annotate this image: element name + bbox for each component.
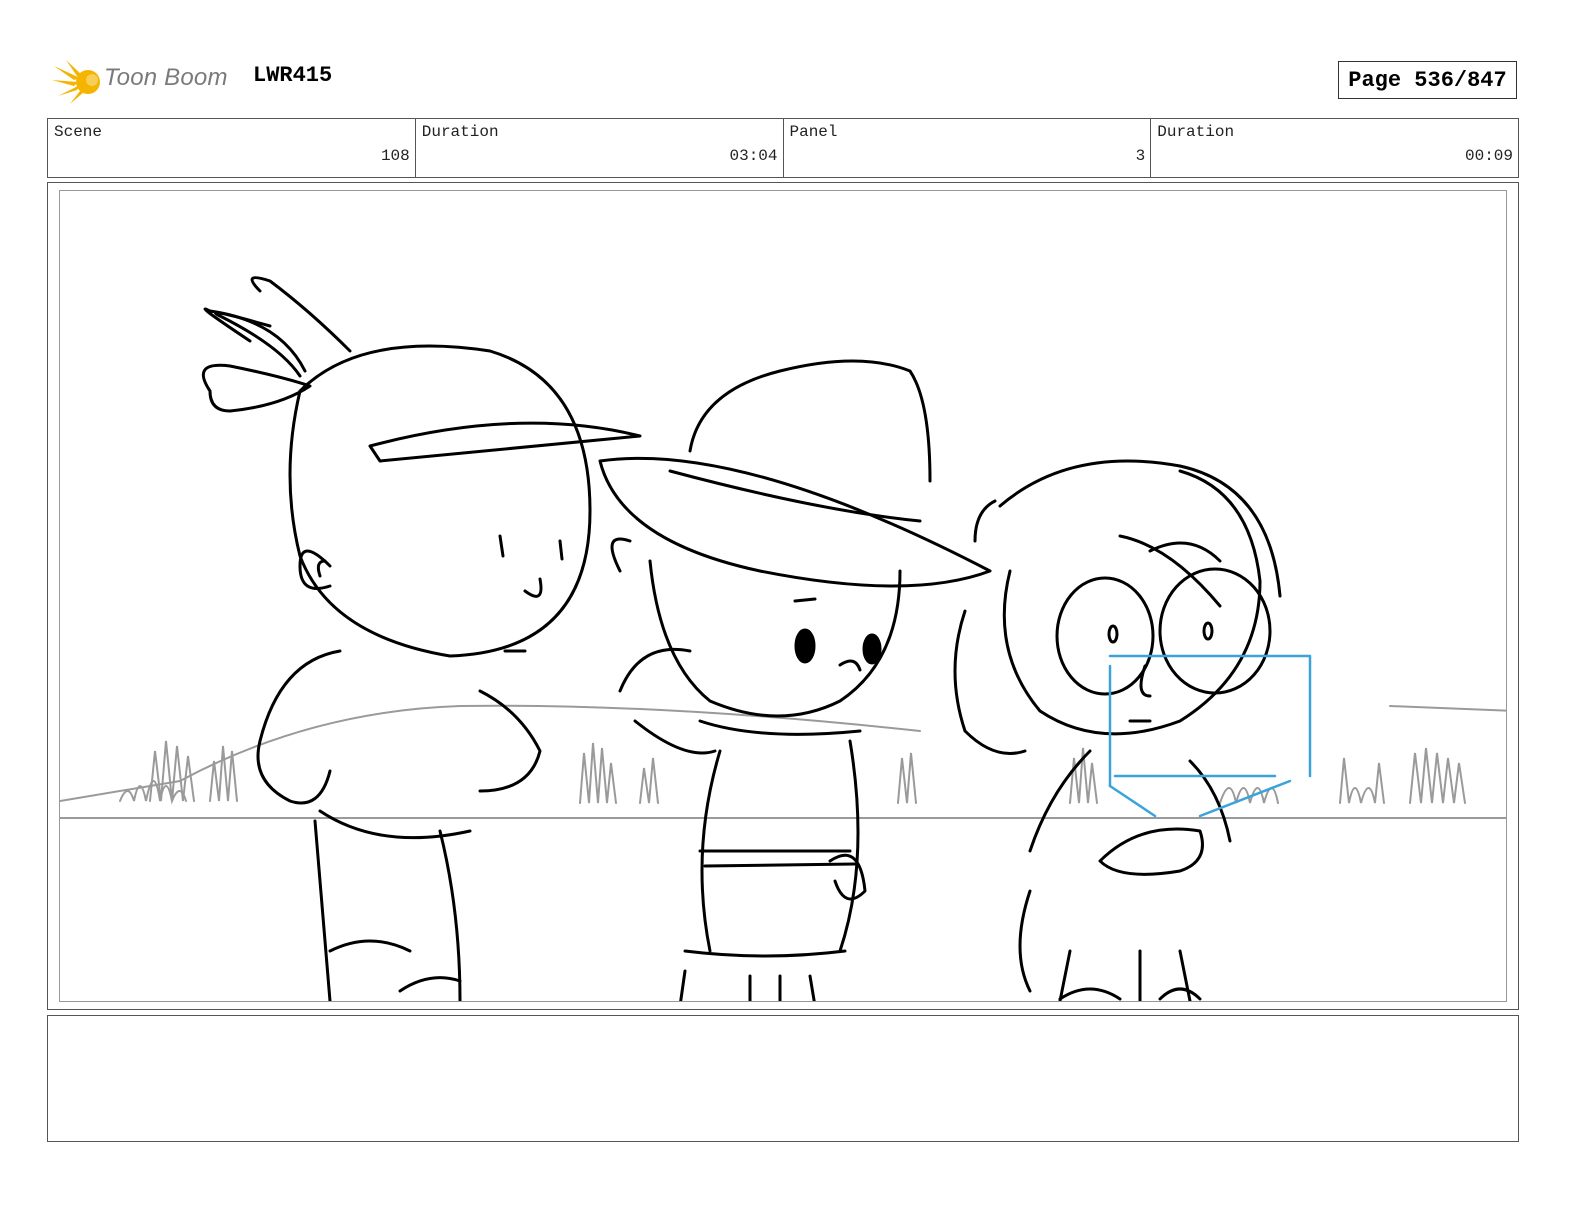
notes-box [47,1015,1519,1142]
scene-cell: Scene 108 [48,119,416,177]
scene-duration-value: 03:04 [729,147,778,165]
logo-text: Toon Boom [104,64,228,91]
panel-frame [47,182,1519,1010]
character-right [953,459,1282,1001]
background-sketch [60,704,1506,819]
storyboard-sketch [60,276,1506,1001]
character-left [201,276,642,1001]
sketch-area [59,190,1507,1002]
panel-duration-value: 00:09 [1464,147,1513,165]
project-id: LWR415 [253,63,333,88]
panel-cell: Panel 3 [784,119,1152,177]
panel-duration-cell: Duration 00:09 [1151,119,1518,177]
panel-value: 3 [1135,147,1146,165]
character-middle [598,359,992,1001]
panel-label: Panel [789,123,838,141]
info-row: Scene 108 Duration 03:04 Panel 3 Duratio… [47,118,1519,178]
scene-duration-cell: Duration 03:04 [416,119,784,177]
scene-duration-label: Duration [421,123,499,141]
scene-value: 108 [380,147,410,165]
scene-label: Scene [54,123,103,141]
page-indicator: Page 536/847 [1338,61,1517,99]
panel-duration-label: Duration [1157,123,1235,141]
storyboard-page: Toon Boom LWR415 Page 536/847 Scene 108 … [0,0,1584,1224]
